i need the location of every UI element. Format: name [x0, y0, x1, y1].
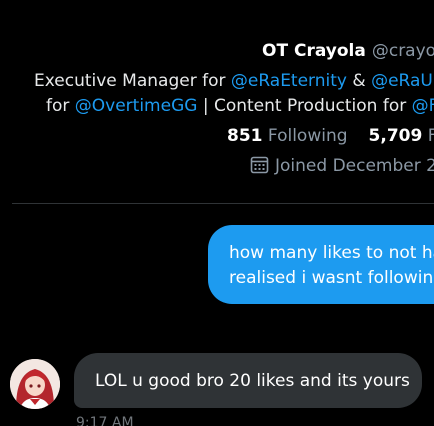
received-message-bubble[interactable]: LOL u good bro 20 likes and its yours	[74, 353, 422, 408]
avatar-image	[10, 359, 60, 409]
bio-mention-link[interactable]: @F	[412, 96, 434, 116]
sent-message-line: realised i wasnt following	[229, 268, 434, 288]
profile-bio-line-1: Executive Manager for @eRaEternity & @eR…	[34, 70, 434, 92]
followers-stat[interactable]: 5,709 Fo	[369, 126, 434, 146]
message-timestamp: 9:17 AM	[76, 415, 134, 426]
calendar-icon	[250, 155, 269, 180]
profile-joined-date: Joined December 2	[250, 155, 434, 180]
dm-conversation-view: OT Crayola @crayola Executive Manager for…	[0, 0, 434, 426]
following-stat[interactable]: 851 Following	[227, 126, 348, 146]
profile-name-row: OT Crayola @crayola	[262, 40, 434, 62]
sent-message-line: how many likes to not ha	[229, 243, 434, 263]
bio-mention-link[interactable]: @eRaEternity	[231, 71, 347, 91]
joined-text: Joined December 2	[275, 156, 434, 176]
bio-mention-link[interactable]: @eRaUp	[371, 71, 434, 91]
bio-text: for	[46, 96, 75, 116]
bio-text: | Content Production for	[197, 96, 412, 116]
profile-display-name[interactable]: OT Crayola	[262, 41, 366, 61]
bio-text: &	[346, 71, 372, 91]
avatar[interactable]	[10, 359, 60, 409]
profile-handle[interactable]: @crayola	[372, 41, 434, 61]
bio-mention-link[interactable]: @OvertimeGG	[75, 96, 198, 116]
profile-stats: 851 Following 5,709 Fo	[227, 125, 434, 147]
profile-bio-line-2: for @OvertimeGG | Content Production for…	[46, 95, 434, 117]
bio-text: Executive Manager for	[34, 71, 231, 91]
followers-count: 5,709	[368, 126, 423, 146]
sent-message-bubble[interactable]: how many likes to not ha realised i wasn…	[208, 225, 434, 304]
received-message-text: LOL u good bro 20 likes and its yours	[95, 371, 410, 391]
following-count: 851	[227, 126, 263, 146]
divider	[12, 203, 434, 204]
following-label: Following	[267, 126, 348, 146]
followers-label: Fo	[427, 126, 434, 146]
